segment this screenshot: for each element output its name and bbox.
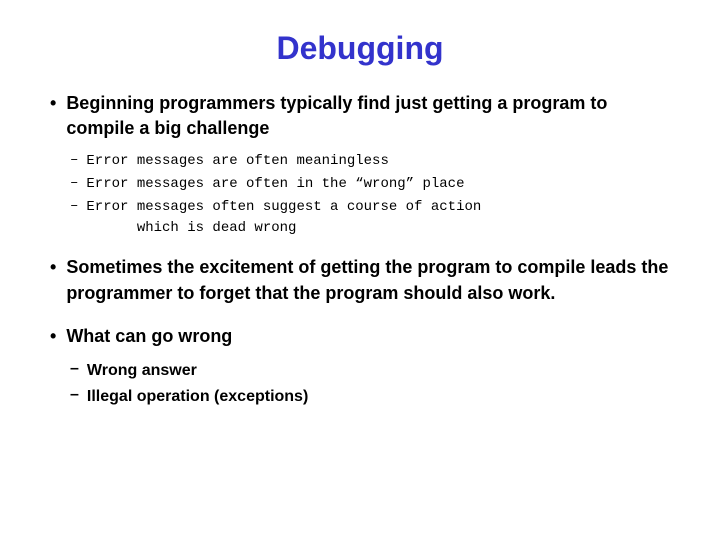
sub-item-3b: – Illegal operation (exceptions) xyxy=(70,385,670,409)
bullet-item-3: • What can go wrong xyxy=(50,324,670,349)
sub-text-3a: Wrong answer xyxy=(87,359,197,383)
sub-list-1: – Error messages are often meaningless –… xyxy=(70,151,670,239)
bullet-text-3: What can go wrong xyxy=(66,324,232,349)
bullet-dot-2: • xyxy=(50,257,56,278)
sub-dash-3a: – xyxy=(70,360,79,378)
sub-text-3b: Illegal operation (exceptions) xyxy=(87,385,308,409)
sub-dash-1b: – xyxy=(70,175,78,191)
sub-item-3a: – Wrong answer xyxy=(70,359,670,383)
bullet-dot-3: • xyxy=(50,326,56,347)
bullet-block-1: • Beginning programmers typically find j… xyxy=(50,91,670,247)
slide-title: Debugging xyxy=(50,30,670,67)
bullet-block-3: • What can go wrong – Wrong answer – Ill… xyxy=(50,324,670,413)
bullet-block-2: • Sometimes the excitement of getting th… xyxy=(50,255,670,315)
bullet-item-2: • Sometimes the excitement of getting th… xyxy=(50,255,670,305)
sub-item-1c: – Error messages often suggest a course … xyxy=(70,197,670,239)
bullet-item-1: • Beginning programmers typically find j… xyxy=(50,91,670,141)
sub-text-1c: Error messages often suggest a course of… xyxy=(86,197,481,239)
bullet-dot-1: • xyxy=(50,93,56,114)
sub-dash-1c: – xyxy=(70,198,78,214)
sub-item-1a: – Error messages are often meaningless xyxy=(70,151,670,172)
sub-dash-1a: – xyxy=(70,152,78,168)
content-area: • Beginning programmers typically find j… xyxy=(50,91,670,510)
sub-text-1b: Error messages are often in the “wrong” … xyxy=(86,174,464,195)
sub-text-1a: Error messages are often meaningless xyxy=(86,151,388,172)
bullet-text-1: Beginning programmers typically find jus… xyxy=(66,91,670,141)
sub-item-1b: – Error messages are often in the “wrong… xyxy=(70,174,670,195)
bullet-text-2: Sometimes the excitement of getting the … xyxy=(66,255,670,305)
slide: Debugging • Beginning programmers typica… xyxy=(0,0,720,540)
sub-dash-3b: – xyxy=(70,386,79,404)
sub-list-3: – Wrong answer – Illegal operation (exce… xyxy=(70,359,670,409)
